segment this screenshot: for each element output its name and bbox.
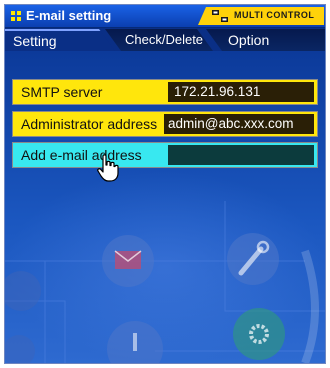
administrator-address-row[interactable]: Administrator address admin@abc.xxx.com	[12, 111, 318, 137]
smtp-server-label: SMTP server	[21, 84, 103, 100]
tab-check-delete[interactable]: Check/Delete	[105, 29, 213, 51]
content-panel: SMTP server 172.21.96.131 Administrator …	[5, 51, 325, 363]
administrator-address-label: Administrator address	[21, 116, 158, 132]
smtp-server-field[interactable]: 172.21.96.131	[168, 82, 314, 102]
title-bar: E-mail setting MULTI CONTROL	[5, 5, 325, 28]
tab-bar: Option Check/Delete Setting	[5, 29, 325, 51]
multi-control-badge: MULTI CONTROL	[198, 7, 324, 25]
add-email-address-label: Add e-mail address	[21, 147, 142, 163]
tab-setting[interactable]: Setting	[5, 29, 115, 51]
mail-icon	[102, 235, 154, 287]
multi-control-label: MULTI CONTROL	[234, 10, 315, 20]
smtp-server-row[interactable]: SMTP server 172.21.96.131	[12, 79, 318, 105]
tab-setting-label: Setting	[13, 33, 57, 49]
grid-dots-icon	[11, 11, 21, 21]
add-email-address-field[interactable]	[168, 145, 314, 165]
email-setting-window: E-mail setting MULTI CONTROL Option Chec…	[4, 4, 326, 364]
multi-control-icon	[212, 10, 228, 22]
add-email-address-button[interactable]: Add e-mail address	[12, 142, 318, 168]
window-title: E-mail setting	[26, 8, 112, 23]
tab-check-delete-label: Check/Delete	[125, 32, 204, 47]
gear-icon	[233, 308, 285, 360]
tab-option[interactable]: Option	[206, 29, 325, 51]
administrator-address-field[interactable]: admin@abc.xxx.com	[164, 114, 314, 134]
wrench-icon	[227, 233, 279, 285]
tab-option-label: Option	[228, 32, 270, 48]
hand-pointer-icon	[97, 154, 119, 182]
